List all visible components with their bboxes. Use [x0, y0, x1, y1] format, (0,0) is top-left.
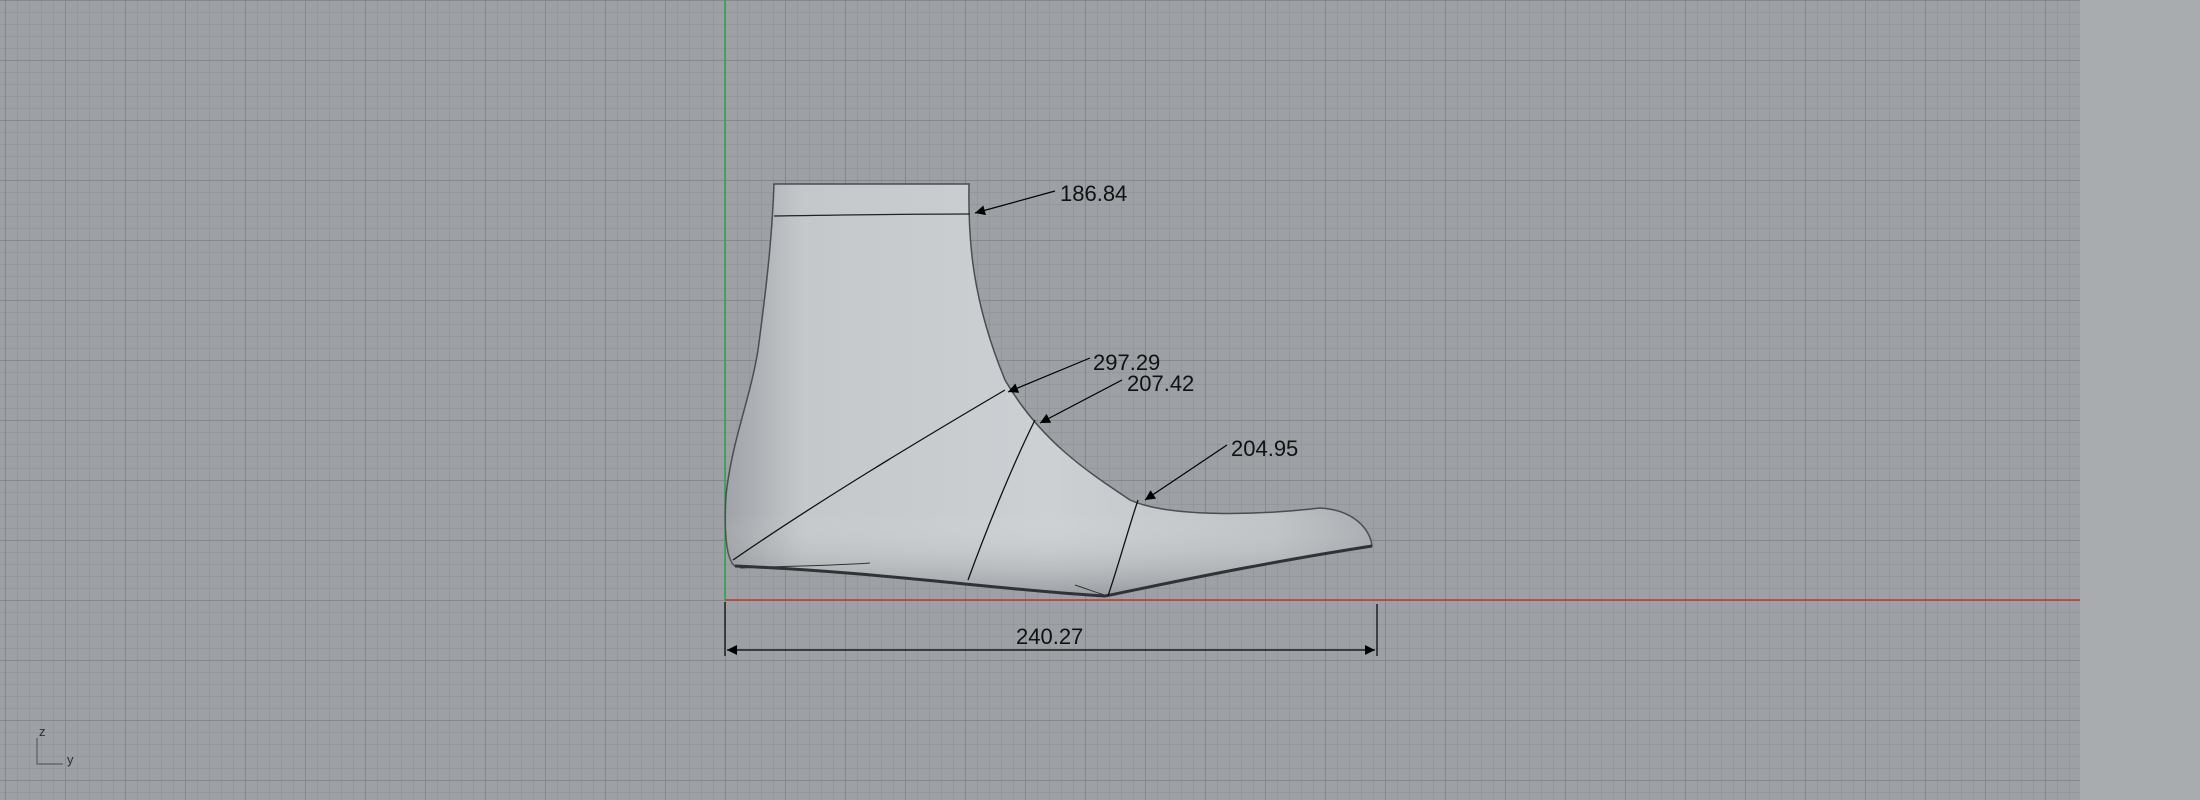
ankle-girth-label[interactable]: 186.84 [1060, 181, 1127, 206]
length-label[interactable]: 240.27 [1016, 624, 1083, 649]
model-scene[interactable]: 186.84 297.29 207.42 204.95 240.27 z y [0, 0, 2080, 800]
waist-girth-label[interactable]: 207.42 [1127, 371, 1194, 396]
ball-leader [1144, 444, 1228, 501]
instep-leader [1007, 357, 1091, 393]
axis-z-label: z [39, 724, 46, 739]
shoe-last-shade [725, 184, 1372, 596]
ankle-leader [974, 190, 1056, 216]
viewport-right[interactable]: 186.84 297.29 207.42 204.95 240.27 z y [0, 0, 2080, 800]
axis-y-label: y [67, 752, 74, 767]
side-panel [2080, 0, 2200, 800]
waist-leader [1039, 379, 1123, 424]
ball-girth-label[interactable]: 204.95 [1231, 436, 1298, 461]
axis-indicator: z y [36, 724, 74, 767]
